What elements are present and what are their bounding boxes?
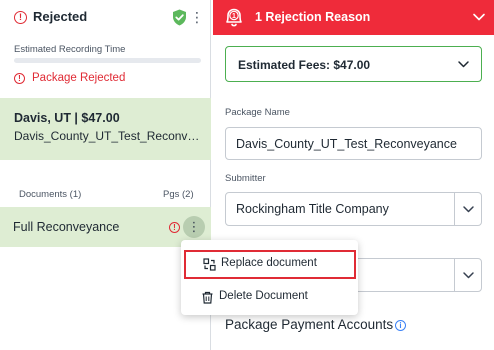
package-name-label: Package Name xyxy=(225,107,290,118)
replace-icon xyxy=(203,258,216,271)
document-alert-icon: ! xyxy=(169,222,180,233)
select-divider xyxy=(454,259,455,291)
package-card-title: Davis, UT | $47.00 xyxy=(14,111,120,125)
document-context-menu: Replace document Delete Document xyxy=(181,240,358,315)
chevron-down-icon[interactable] xyxy=(472,10,486,24)
rejection-reason-header[interactable]: 1 1 Rejection Reason xyxy=(213,0,494,35)
document-row[interactable]: Full Reconveyance ! ⋮ xyxy=(0,207,211,247)
delete-document-label: Delete Document xyxy=(219,290,308,302)
package-more-options-icon[interactable]: ⋮ xyxy=(190,9,204,26)
document-more-options-button[interactable]: ⋮ xyxy=(183,216,205,238)
chevron-down-icon[interactable] xyxy=(462,203,475,216)
info-icon[interactable]: i xyxy=(395,320,406,331)
package-card-name: Davis_County_UT_Test_Reconveyance xyxy=(14,129,204,143)
bell-alert-icon: 1 xyxy=(226,8,242,27)
estimated-fees-label: Estimated Fees: $47.00 xyxy=(238,58,371,72)
recording-progress-bar xyxy=(14,58,201,63)
package-card[interactable]: Davis, UT | $47.00 Davis_County_UT_Test_… xyxy=(0,98,211,160)
rejection-reason-title: 1 Rejection Reason xyxy=(255,10,371,24)
documents-count-label: Documents (1) xyxy=(19,189,82,200)
submitter-value: Rockingham Title Company xyxy=(236,202,389,216)
trash-icon xyxy=(202,291,213,304)
replace-document-label: Replace document xyxy=(221,257,317,269)
chevron-down-icon[interactable] xyxy=(462,269,475,282)
alert-circle-icon: ! xyxy=(14,73,25,84)
submitter-select[interactable]: Rockingham Title Company xyxy=(225,192,482,226)
delete-document-menu-item[interactable]: Delete Document xyxy=(181,284,358,310)
chevron-down-icon[interactable] xyxy=(457,58,470,71)
document-name: Full Reconveyance xyxy=(13,220,120,234)
shield-check-icon xyxy=(173,9,186,26)
rejection-badge-count: 1 xyxy=(232,13,236,20)
package-sidebar: ! Rejected ⋮ Estimated Recording Time ! … xyxy=(0,0,211,350)
replace-document-menu-item[interactable]: Replace document xyxy=(184,250,356,279)
sidebar-header: ! Rejected ⋮ xyxy=(0,0,211,36)
status-title: Rejected xyxy=(33,9,88,24)
estimated-fees-accordion[interactable]: Estimated Fees: $47.00 xyxy=(225,46,482,82)
package-rejected-text: Package Rejected xyxy=(32,72,126,84)
package-name-input[interactable]: Davis_County_UT_Test_Reconveyance xyxy=(225,127,482,160)
recording-time-label: Estimated Recording Time xyxy=(14,44,126,55)
select-divider xyxy=(454,193,455,225)
package-name-value: Davis_County_UT_Test_Reconveyance xyxy=(236,137,457,151)
payment-accounts-title: Package Payment Accounts xyxy=(225,317,394,332)
rejected-status-icon: ! xyxy=(14,11,27,24)
submitter-label: Submitter xyxy=(225,173,266,184)
pages-count-label: Pgs (2) xyxy=(163,189,194,200)
